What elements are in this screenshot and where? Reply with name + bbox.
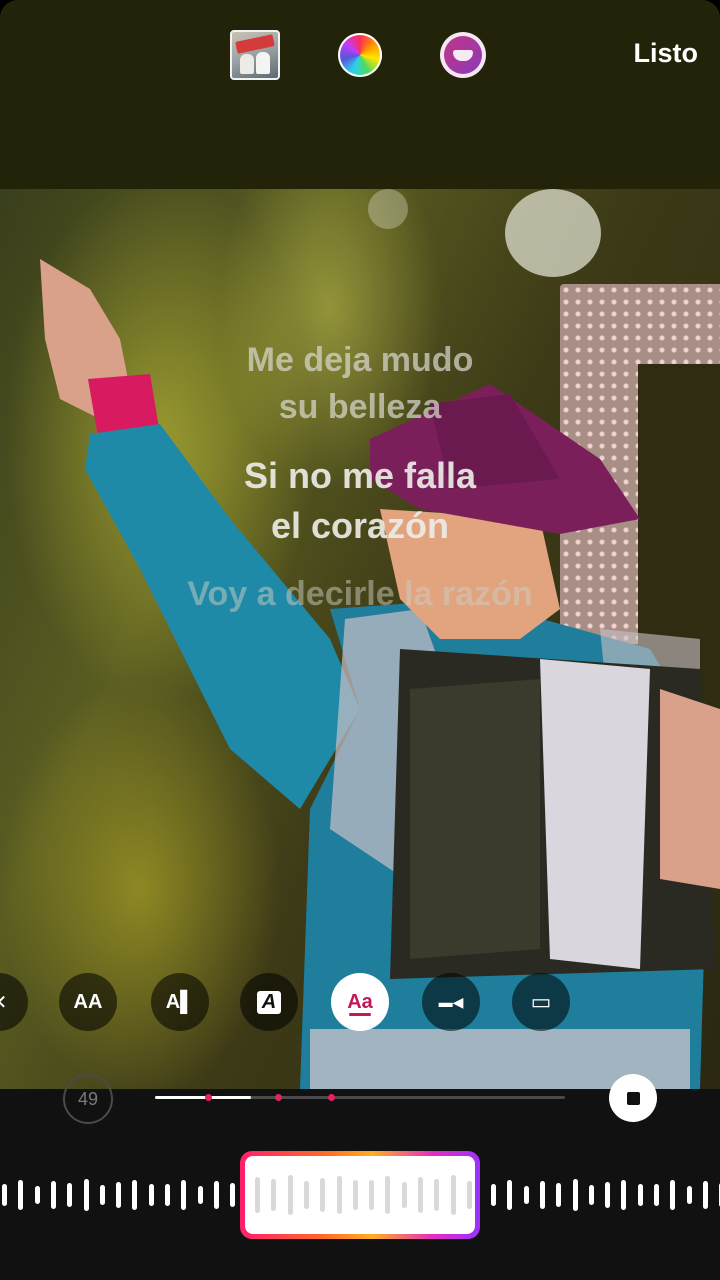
performer-figure	[40, 259, 720, 1089]
stop-icon	[626, 1091, 640, 1105]
waveform-bar	[165, 1184, 170, 1206]
style-typewriter-button[interactable]: A▌	[151, 973, 209, 1031]
style-classic-button[interactable]: AA	[59, 973, 117, 1031]
waveform-bar	[181, 1180, 187, 1210]
waveform-bar	[148, 1184, 154, 1206]
waveform-bar	[116, 1182, 122, 1208]
lyrics-overlay[interactable]: Me deja mudo su belleza Si no me falla e…	[0, 337, 720, 618]
waveform-bar-selected	[450, 1175, 456, 1215]
progress-fill	[155, 1096, 251, 1099]
waveform-bar-selected	[271, 1179, 277, 1211]
clip-selector-window	[245, 1156, 475, 1234]
waveform-bar	[507, 1180, 513, 1210]
waveform-bar	[556, 1183, 562, 1207]
background-photo: Me deja mudo su belleza Si no me falla e…	[0, 189, 720, 1089]
sticker-face-icon[interactable]	[440, 32, 486, 78]
lyric-line: Me deja mudo	[246, 341, 474, 379]
lyric-style-bar: ✕ AA A▌ A Aa ▬◀ ▭	[0, 973, 720, 1033]
waveform-bar	[605, 1182, 611, 1208]
waveform-bar-selected	[434, 1179, 440, 1211]
waveform-bar	[50, 1181, 56, 1209]
waveform-bar-selected	[255, 1177, 260, 1213]
waveform-bar	[637, 1184, 643, 1206]
waveform-bar	[702, 1181, 708, 1209]
album-art-figure	[240, 54, 254, 74]
waveform-bar-selected	[466, 1181, 472, 1209]
style-karaoke-button[interactable]: Aa	[331, 973, 389, 1031]
style-card-button[interactable]: ▭	[512, 973, 570, 1031]
waveform-bar	[654, 1184, 659, 1206]
waveform-bar-selected	[352, 1180, 358, 1210]
waveform-bar	[491, 1184, 496, 1206]
style-video-button[interactable]: ▬◀	[422, 973, 480, 1031]
waveform-bar	[99, 1185, 105, 1205]
waveform-bar	[2, 1184, 7, 1206]
waveform-bar	[18, 1180, 24, 1210]
waveform-bar-selected	[336, 1176, 342, 1214]
lyric-marker	[275, 1094, 282, 1101]
lyric-line-current: el corazón	[270, 505, 450, 546]
top-bar: Listo	[0, 0, 720, 189]
style-box-button[interactable]: A	[240, 973, 298, 1031]
lyric-line: su belleza	[278, 388, 442, 426]
waveform-bar	[588, 1185, 594, 1205]
waveform-bar	[621, 1180, 627, 1210]
waveform-bar-selected	[401, 1182, 407, 1208]
waveform-bar	[132, 1180, 138, 1210]
waveform-bar-selected	[385, 1176, 391, 1214]
album-art-thumbnail[interactable]	[230, 30, 280, 80]
stop-button[interactable]	[609, 1074, 657, 1122]
waveform-bar	[686, 1186, 692, 1204]
waveform-bar	[539, 1181, 545, 1209]
waveform-bar	[572, 1179, 578, 1211]
done-button[interactable]: Listo	[634, 38, 699, 69]
waveform-bar	[197, 1186, 203, 1204]
playback-progress[interactable]	[155, 1094, 565, 1101]
waveform-bar	[670, 1180, 676, 1210]
lyric-line-next: Voy a decirle la razón	[187, 575, 533, 613]
waveform-bar	[213, 1181, 219, 1209]
waveform-bar-selected	[418, 1177, 423, 1213]
clip-selector[interactable]	[240, 1151, 480, 1239]
color-wheel-icon[interactable]	[338, 33, 382, 77]
album-art-band	[235, 34, 275, 54]
waveform-bar	[83, 1179, 89, 1211]
album-art-figure	[256, 52, 270, 74]
duration-selector[interactable]: 49	[63, 1074, 113, 1124]
waveform-bar-selected	[287, 1175, 293, 1215]
waveform-bar	[34, 1186, 40, 1204]
waveform-bar-selected	[369, 1180, 375, 1210]
waveform-bar-selected	[303, 1181, 309, 1209]
waveform-bar	[230, 1183, 236, 1207]
waveform-bar-selected	[320, 1178, 326, 1212]
waveform-bar	[523, 1186, 529, 1204]
lyric-line-current: Si no me falla	[243, 455, 477, 496]
waveform-bar	[67, 1183, 73, 1207]
style-close-icon[interactable]: ✕	[0, 973, 28, 1031]
